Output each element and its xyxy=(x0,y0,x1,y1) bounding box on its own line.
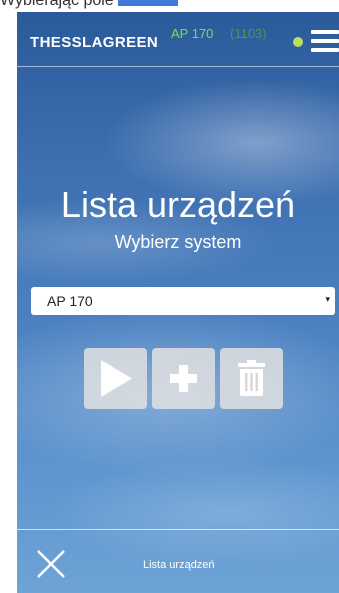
footer-label: Lista urządzeń xyxy=(143,559,215,571)
bottom-bar: Lista urządzeń xyxy=(17,529,339,593)
play-button[interactable] xyxy=(84,348,147,409)
brand-logo: THESSLAGREEN xyxy=(30,34,159,51)
system-select[interactable]: AP 170 ▾ xyxy=(31,287,335,315)
menu-line xyxy=(311,30,339,34)
document-caption-text: Wybierając pole xyxy=(0,0,114,9)
hamburger-menu-icon[interactable] xyxy=(311,28,339,54)
status-dot xyxy=(293,37,303,47)
device-model: AP 170 xyxy=(171,26,214,41)
top-bar: THESSLAGREEN AP 170 (1103) xyxy=(17,12,339,67)
document-caption: Wybierając pole xyxy=(0,0,339,12)
play-icon xyxy=(101,360,132,397)
delete-button[interactable] xyxy=(220,348,283,409)
device-serial: (1103) xyxy=(230,26,267,41)
menu-line xyxy=(311,48,339,52)
add-button[interactable] xyxy=(152,348,215,409)
page-subtitle: Wybierz system xyxy=(114,232,242,252)
trash-icon xyxy=(238,360,265,396)
close-icon[interactable] xyxy=(35,548,67,580)
system-select-value: AP 170 xyxy=(47,293,93,309)
menu-line xyxy=(311,39,339,43)
highlighted-field-chip xyxy=(117,0,178,6)
app-screen: THESSLAGREEN AP 170 (1103) Lista urządze… xyxy=(17,12,339,593)
chevron-down-icon: ▾ xyxy=(325,295,330,305)
page-title: Lista urządzeń xyxy=(60,184,296,225)
plus-icon xyxy=(170,365,197,392)
